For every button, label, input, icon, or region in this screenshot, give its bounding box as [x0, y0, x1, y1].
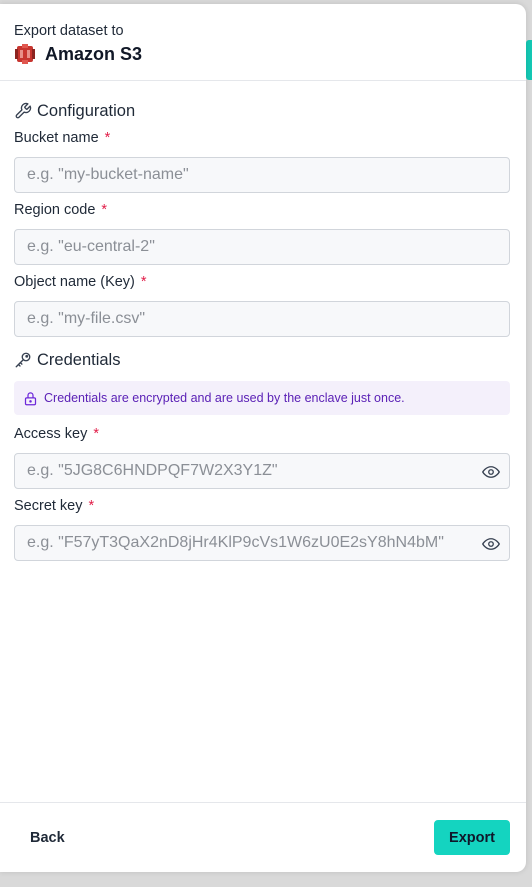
object-name-field [14, 301, 510, 337]
access-key-field [14, 453, 510, 489]
secret-key-input[interactable] [15, 526, 509, 560]
amazon-s3-icon [14, 43, 36, 65]
dialog-footer: Back Export [0, 802, 526, 872]
access-key-label-text: Access key [14, 426, 88, 442]
dialog-content: Configuration Bucket name* Region code* … [0, 81, 526, 802]
access-key-input[interactable] [15, 454, 509, 488]
bucket-name-field [14, 157, 510, 193]
object-name-label-text: Object name (Key) [14, 274, 135, 290]
dialog-header: Export dataset to Amazon S3 [0, 4, 526, 81]
lock-icon [23, 391, 38, 406]
region-code-label: Region code * [14, 202, 512, 220]
object-name-input[interactable] [15, 302, 509, 336]
region-code-field [14, 229, 510, 265]
configuration-section-header: Configuration [14, 101, 512, 121]
required-mark: * [93, 426, 99, 442]
secret-key-label: Secret key * [14, 498, 512, 516]
region-code-label-text: Region code [14, 202, 96, 218]
secret-key-label-text: Secret key [14, 498, 83, 514]
export-dialog: Export dataset to Amazon S3 Configuratio… [0, 4, 526, 872]
access-key-label: Access key * [14, 426, 512, 444]
bucket-name-label: Bucket name * [14, 130, 512, 148]
wrench-icon [14, 102, 32, 120]
back-button[interactable]: Back [16, 822, 79, 854]
key-icon [14, 351, 32, 369]
required-mark: * [88, 498, 95, 514]
dialog-title: Amazon S3 [45, 43, 143, 64]
required-mark: * [104, 130, 111, 146]
configuration-title: Configuration [37, 101, 136, 120]
credentials-notice: Credentials are encrypted and are used b… [14, 381, 510, 415]
credentials-title: Credentials [37, 350, 121, 369]
region-code-input[interactable] [15, 230, 509, 264]
show-access-key-eye-icon[interactable] [482, 463, 500, 481]
backdrop-accent [526, 40, 532, 80]
dialog-subtitle: Export dataset to [14, 23, 124, 39]
object-name-label: Object name (Key) * [14, 274, 512, 292]
export-button[interactable]: Export [434, 820, 510, 855]
notice-text: Credentials are encrypted and are used b… [44, 391, 405, 405]
destination-row: Amazon S3 [14, 43, 512, 65]
credentials-section-header: Credentials [14, 350, 512, 370]
bucket-name-input[interactable] [15, 158, 509, 192]
secret-key-field [14, 525, 510, 561]
bucket-name-label-text: Bucket name [14, 130, 99, 146]
required-mark: * [101, 202, 108, 218]
show-secret-key-eye-icon[interactable] [482, 535, 500, 553]
required-mark: * [140, 274, 147, 290]
